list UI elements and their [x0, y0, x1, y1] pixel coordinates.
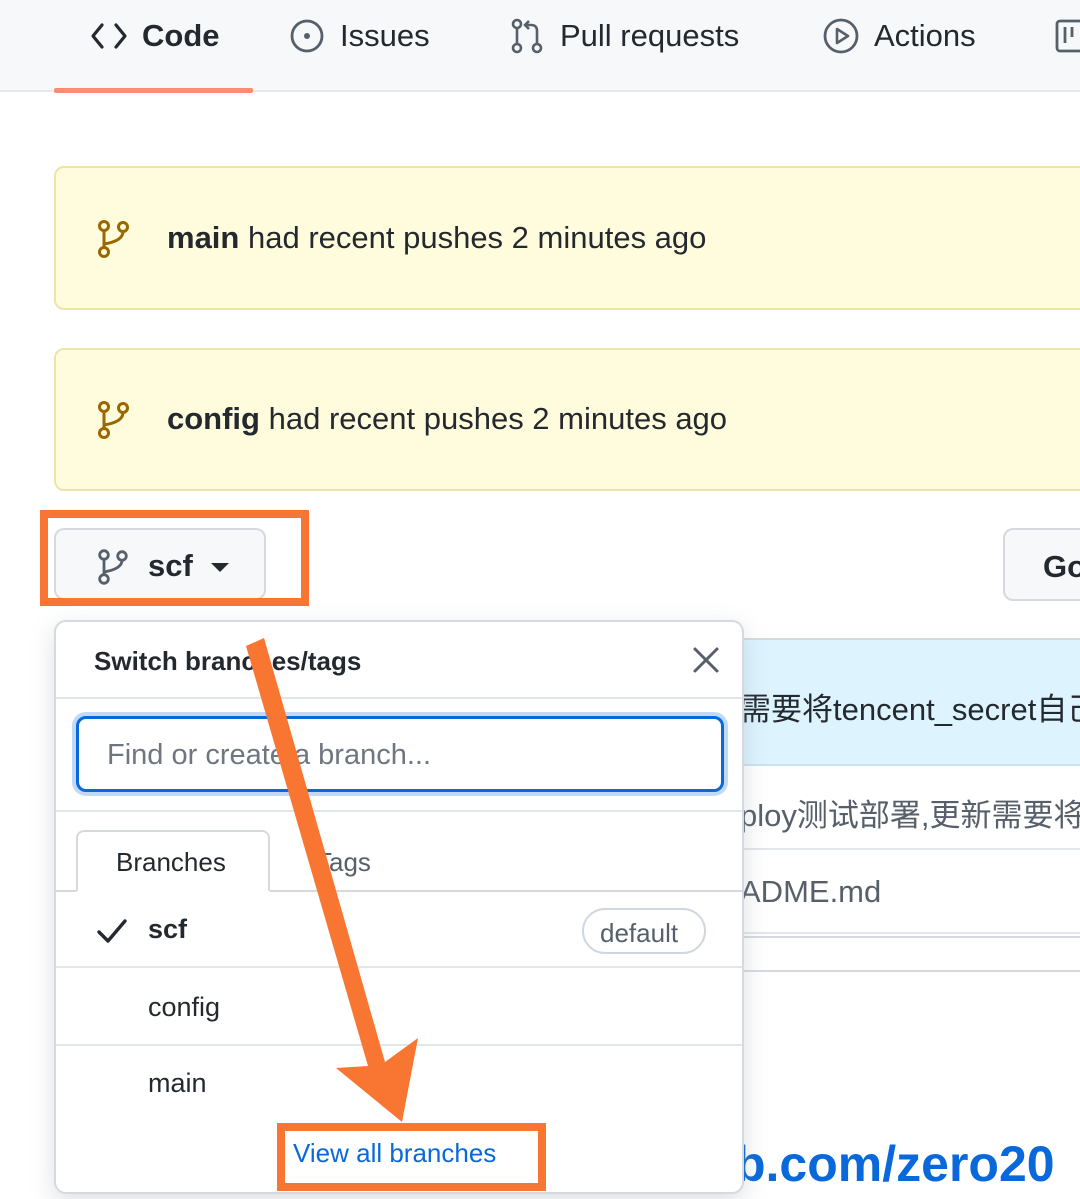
tab-actions-label: Actions	[874, 18, 976, 53]
highlight-box-view-all	[277, 1123, 546, 1191]
recent-push-banner-main: main had recent pushes 2 minutes ago	[54, 166, 1080, 310]
tab-tags[interactable]: Tags	[316, 847, 371, 878]
tab-actions[interactable]: Actions	[822, 0, 976, 72]
tab-branches[interactable]: Branches	[76, 830, 270, 892]
branch-switcher-dropdown: Switch branches/tags Branches Tags scf d…	[54, 620, 744, 1194]
repo-url-text[interactable]: b.com/zero20	[735, 1135, 1055, 1193]
commit-message[interactable]: 需要将tencent_secret自己	[740, 684, 1080, 729]
latest-commit-bar: 需要将tencent_secret自己	[702, 640, 1080, 766]
project-icon	[1055, 19, 1080, 53]
branch-item-name: main	[148, 1068, 207, 1098]
tab-code[interactable]: Code	[90, 0, 220, 72]
banner-branch-name[interactable]: config	[167, 401, 260, 436]
readme-divider	[700, 970, 1080, 972]
dropdown-title: Switch branches/tags	[94, 646, 362, 676]
tab-issues-label: Issues	[340, 18, 430, 53]
play-icon	[823, 18, 859, 54]
branch-search-input[interactable]	[107, 735, 697, 775]
badge-label: default	[600, 918, 679, 948]
branch-item-config[interactable]: config	[56, 970, 742, 1046]
branch-item-name: config	[148, 992, 221, 1022]
tab-code-label: Code	[142, 18, 220, 53]
highlight-box-branch-button	[40, 510, 309, 606]
close-icon[interactable]	[690, 644, 722, 676]
git-branch-icon	[98, 401, 129, 439]
code-icon	[91, 23, 127, 49]
banner-branch-name[interactable]: main	[167, 220, 239, 255]
tab-pull-requests[interactable]: Pull requests	[508, 0, 739, 72]
tab-projects[interactable]	[1054, 0, 1080, 72]
git-branch-icon	[98, 220, 129, 258]
file-row[interactable]: ADME.md	[702, 850, 1080, 934]
banner-message: had recent pushes 2 minutes ago	[268, 401, 728, 436]
file-row-text: ploy测试部署,更新需要将	[740, 798, 1080, 833]
go-to-file-button[interactable]: Go	[1003, 528, 1080, 601]
banner-text: main had recent pushes 2 minutes ago	[167, 220, 706, 256]
divider	[56, 810, 742, 812]
git-pull-request-icon	[511, 18, 543, 54]
default-branch-badge: default	[582, 908, 706, 954]
banner-text: config had recent pushes 2 minutes ago	[167, 401, 727, 437]
issue-opened-icon	[290, 19, 324, 53]
branch-filter-field[interactable]	[76, 716, 724, 792]
branch-item-main[interactable]: main	[56, 1046, 742, 1122]
tab-issues[interactable]: Issues	[288, 0, 430, 72]
branch-item-name: scf	[148, 914, 188, 944]
active-tab-indicator	[54, 88, 253, 93]
banner-message: had recent pushes 2 minutes ago	[247, 220, 707, 255]
check-icon	[97, 919, 127, 943]
recent-push-banner-config: config had recent pushes 2 minutes ago	[54, 348, 1080, 491]
go-to-file-label: Go	[1043, 549, 1080, 584]
tab-pull-requests-label: Pull requests	[560, 18, 740, 53]
file-list: 需要将tencent_secret自己 ploy测试部署,更新需要将 ADME.…	[700, 638, 1080, 938]
file-row-text: ADME.md	[740, 874, 882, 909]
repo-nav: Code Issues Pull requests Actions	[0, 0, 1080, 93]
file-row[interactable]: ploy测试部署,更新需要将	[702, 766, 1080, 850]
divider	[56, 697, 742, 699]
branch-item-scf[interactable]: scf default	[56, 892, 742, 968]
tab-branches-label: Branches	[116, 847, 226, 877]
